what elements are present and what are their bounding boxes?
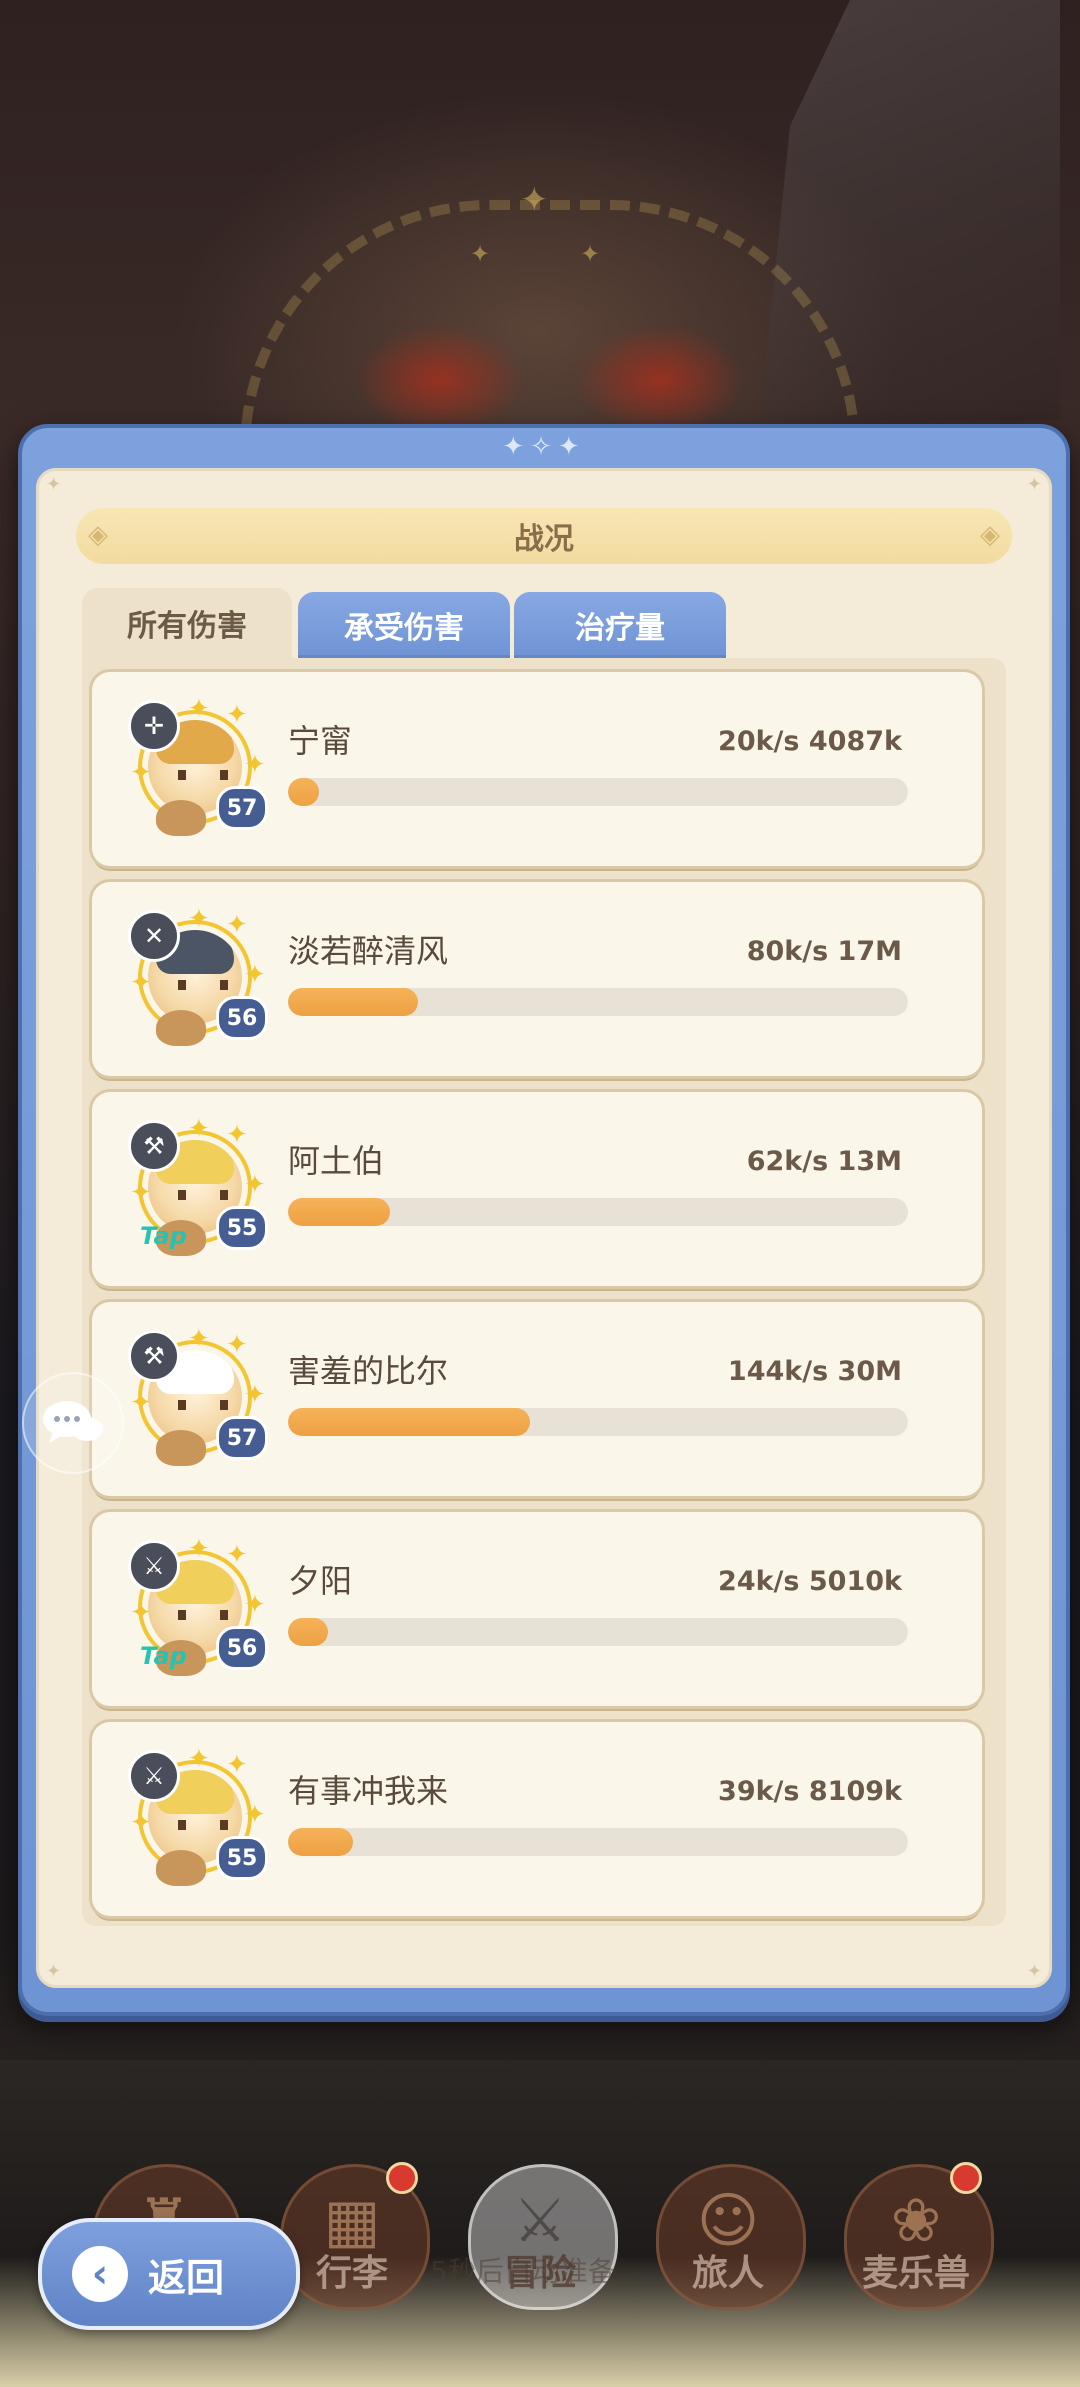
sparkle-icon: ✦ <box>470 240 491 268</box>
sparkle-icon: ✦ <box>520 180 549 220</box>
player-avatar[interactable]: ✦ ✦ ✦ ✦ Tap ⚔ 56 <box>126 1534 268 1676</box>
panel-title-bar: ◈ 战况 ◈ <box>76 508 1012 564</box>
player-damage-card[interactable]: ✦ ✦ ✦ ✦ Tap ⚔ 56 夕阳 24k/s 5010k <box>92 1512 982 1706</box>
player-name: 宁甯 <box>288 722 353 760</box>
player-damage-card[interactable]: ✦ ✦ ✦ ✦ ⚒ 57 害羞的比尔 144k/s 30M <box>92 1302 982 1496</box>
stats-list[interactable]: ✦ ✦ ✦ ✦ ✛ 57 宁甯 20k/s 4087k ✦ ✦ ✦ ✦ ✕ 56 淡若醉… <box>82 658 1006 1926</box>
dagger-icon: ⚔ <box>128 1540 180 1592</box>
level-badge: 56 <box>216 996 268 1040</box>
damage-progress-fill <box>288 1618 329 1646</box>
player-avatar[interactable]: ✦ ✦ ✦ ✦ ⚒ 57 <box>126 1324 268 1466</box>
sparkle-icon: ✦ <box>580 240 601 268</box>
tab-damage-taken[interactable]: 承受伤害 <box>298 592 510 658</box>
damage-stat: 80k/s 17M <box>746 936 902 967</box>
player-name: 有事冲我来 <box>288 1772 449 1810</box>
damage-stat: 24k/s 5010k <box>718 1566 902 1597</box>
level-badge: 56 <box>216 1626 268 1670</box>
damage-progress-bar <box>288 1198 908 1226</box>
auto-ready-hint: 5秒后自动准备 <box>430 2255 616 2288</box>
dagger-icon: ⚔ <box>128 1750 180 1802</box>
pet-icon <box>156 800 206 836</box>
level-badge: 55 <box>216 1206 268 1250</box>
damage-progress-fill <box>288 1198 391 1226</box>
pet-icon <box>156 1430 206 1466</box>
damage-progress-fill <box>288 1408 530 1436</box>
player-damage-card[interactable]: ✦ ✦ ✦ ✦ ⚔ 55 有事冲我来 39k/s 8109k <box>92 1722 982 1916</box>
player-name: 害羞的比尔 <box>288 1352 449 1390</box>
damage-progress-fill <box>288 988 419 1016</box>
damage-progress-bar <box>288 1618 908 1646</box>
back-arrow-icon: ‹ <box>72 2246 128 2302</box>
level-badge: 57 <box>216 1416 268 1460</box>
player-avatar[interactable]: ✦ ✦ ✦ ✦ ✕ 56 <box>126 904 268 1046</box>
player-avatar[interactable]: ✦ ✦ ✦ ✦ Tap ⚒ 55 <box>126 1114 268 1256</box>
level-badge: 55 <box>216 1836 268 1880</box>
corner-ornament-icon: ✦ <box>1026 1961 1042 1982</box>
diamond-ornament-icon: ◈ <box>980 520 1000 550</box>
notification-dot <box>386 2162 418 2194</box>
nav-item-traveler[interactable]: ☺ 旅人 <box>650 2150 806 2322</box>
panel-title: 战况 <box>514 522 574 557</box>
damage-stat: 20k/s 4087k <box>718 726 902 757</box>
corner-ornament-icon: ✦ <box>1026 474 1042 495</box>
damage-progress-bar <box>288 778 908 806</box>
swords-icon: ✕ <box>128 910 180 962</box>
player-damage-card[interactable]: ✦ ✦ ✦ ✦ Tap ⚒ 55 阿土伯 62k/s 13M <box>92 1092 982 1286</box>
player-damage-card[interactable]: ✦ ✦ ✦ ✦ ✕ 56 淡若醉清风 80k/s 17M <box>92 882 982 1076</box>
chat-button[interactable] <box>22 1372 124 1474</box>
player-name: 淡若醉清风 <box>288 932 449 970</box>
hammer-icon: ⚒ <box>128 1120 180 1172</box>
corner-ornament-icon: ✦ <box>46 1961 62 1982</box>
panel-body: ✦ ✦ ✦ ✦ ◈ 战况 ◈ 所有伤害 承受伤害 治疗量 ✦ ✦ ✦ ✦ ✛ 57 … <box>36 468 1052 1988</box>
pet-icon <box>156 1010 206 1046</box>
player-name: 阿土伯 <box>288 1142 385 1180</box>
player-avatar[interactable]: ✦ ✦ ✦ ✦ ✛ 57 <box>126 694 268 836</box>
diamond-ornament-icon: ◈ <box>88 520 108 550</box>
damage-stat: 62k/s 13M <box>746 1146 902 1177</box>
back-button-label: 返回 <box>148 2255 225 2300</box>
player-name: 夕阳 <box>288 1562 353 1600</box>
battle-stats-panel: ✦✧✦ ✦ ✦ ✦ ✦ ◈ 战况 ◈ 所有伤害 承受伤害 治疗量 ✦ ✦ ✦ ✦ ✛… <box>18 424 1070 2016</box>
damage-progress-bar <box>288 988 908 1016</box>
tap-badge: Tap <box>140 1642 187 1670</box>
nav-item-adventure[interactable]: ⚔ 冒险 <box>462 2150 618 2322</box>
nav-item-pets[interactable]: ❀ 麦乐兽 <box>838 2150 994 2322</box>
tab-all-damage[interactable]: 所有伤害 <box>82 588 292 658</box>
damage-progress-fill <box>288 778 319 806</box>
damage-progress-bar <box>288 1828 908 1856</box>
panel-ornament-icon: ✦✧✦ <box>502 432 586 462</box>
player-damage-card[interactable]: ✦ ✦ ✦ ✦ ✛ 57 宁甯 20k/s 4087k <box>92 672 982 866</box>
damage-stat: 39k/s 8109k <box>718 1776 902 1807</box>
nav-item-luggage[interactable]: ▦ 行李 <box>274 2150 430 2322</box>
tap-badge: Tap <box>140 1222 187 1250</box>
player-avatar[interactable]: ✦ ✦ ✦ ✦ ⚔ 55 <box>126 1744 268 1886</box>
damage-stat: 144k/s 30M <box>727 1356 902 1387</box>
damage-progress-fill <box>288 1828 354 1856</box>
nav-label: 旅人 <box>691 2253 764 2294</box>
chat-bubble-icon <box>43 1401 103 1443</box>
nav-label: 行李 <box>315 2253 388 2294</box>
notification-dot <box>950 2162 982 2194</box>
back-button[interactable]: ‹ 返回 <box>38 2218 300 2330</box>
damage-progress-bar <box>288 1408 908 1436</box>
nav-label: 麦乐兽 <box>861 2253 970 2294</box>
crosshair-icon: ✛ <box>128 700 180 752</box>
tab-healing[interactable]: 治疗量 <box>514 592 726 658</box>
hammer-icon: ⚒ <box>128 1330 180 1382</box>
corner-ornament-icon: ✦ <box>46 474 62 495</box>
pet-icon <box>156 1850 206 1886</box>
level-badge: 57 <box>216 786 268 830</box>
